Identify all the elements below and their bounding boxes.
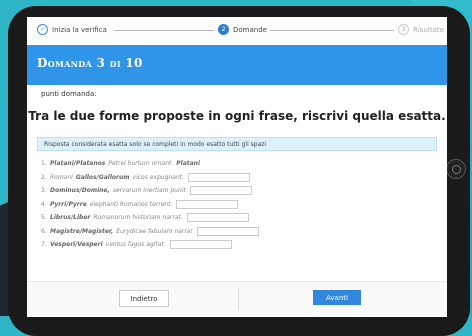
item-number: 1. — [41, 160, 47, 168]
item-text: elephanti Romanos terrent. — [89, 200, 173, 208]
item-text: Eurydicae fabulam narra! — [116, 227, 193, 235]
step-label: Inizia la verifica — [52, 25, 107, 34]
item-number: 7. — [41, 241, 47, 249]
item-forms: Pyrri/Pyrre — [50, 200, 87, 208]
item-forms: Vesperi/Vesperi — [50, 241, 103, 249]
step-risultato[interactable]: 3 Risultato — [398, 24, 444, 35]
answer-input[interactable] — [187, 172, 250, 182]
list-item: 4. Pyrri/Pyrre elephanti Romanos terrent… — [41, 198, 259, 212]
list-item: 7. Vesperi/Vesperi ventus fagos agitat. — [41, 238, 259, 252]
list-item: 1. Platani/Platanos Petrei hortum ornant… — [41, 157, 259, 171]
progress-stepper: ✓ Inizia la verifica 2 Domande 3 Risulta… — [27, 17, 447, 45]
step-connector — [114, 30, 214, 31]
item-text: ventus fagos agitat. — [105, 241, 166, 249]
step-inizia[interactable]: ✓ Inizia la verifica — [37, 24, 107, 35]
step-domande[interactable]: 2 Domande — [218, 24, 267, 35]
item-forms: Magistre/Magister, — [50, 227, 114, 235]
answer-input[interactable] — [196, 226, 259, 236]
answer-input[interactable] — [176, 199, 239, 209]
footer-bar: Indietro Avanti — [27, 281, 447, 317]
item-forms: Librus/Liber — [50, 214, 91, 222]
info-banner: Risposta considerata esatta solo se comp… — [37, 137, 437, 151]
item-text: Petrei hortum ornant. — [108, 160, 174, 168]
item-forms: Gallos/Gallorum — [75, 173, 130, 181]
points-label: punti domanda: — [41, 90, 97, 98]
back-button[interactable]: Indietro — [119, 290, 169, 307]
item-forms: Platani/Platanos — [50, 160, 106, 168]
item-number: 4. — [41, 200, 47, 208]
item-text: servorum inertiam punit — [112, 187, 186, 195]
answer-input[interactable] — [169, 240, 232, 250]
item-forms: Dominus/Domine, — [50, 187, 110, 195]
exercise-list: 1. Platani/Platanos Petrei hortum ornant… — [41, 157, 259, 252]
item-number: 6. — [41, 227, 47, 235]
next-button[interactable]: Avanti — [313, 290, 361, 305]
footer-divider — [238, 288, 239, 310]
item-number: 2. — [41, 173, 47, 181]
list-item: 5. Librus/Liber Romanorum historiam narr… — [41, 211, 259, 225]
answer-input[interactable] — [189, 186, 252, 196]
tablet-home-button[interactable] — [446, 159, 466, 179]
item-number: 5. — [41, 214, 47, 222]
item-answer: Platani — [176, 160, 200, 168]
list-item: 3. Dominus/Domine, servorum inertiam pun… — [41, 184, 259, 198]
question-header: Domanda 3 di 10 — [27, 45, 447, 85]
question-title: Domanda 3 di 10 — [37, 56, 143, 70]
list-item: 6. Magistre/Magister, Eurydicae fabulam … — [41, 225, 259, 239]
item-number: 3. — [41, 187, 47, 195]
step-label: Domande — [233, 25, 267, 34]
item-prefix: Romani — [50, 173, 73, 181]
item-text: Romanorum historiam narrat. — [93, 214, 183, 222]
list-item: 2. Romani Gallos/Gallorum vicos expugnan… — [41, 171, 259, 185]
answer-input[interactable] — [186, 213, 249, 223]
question-text: Tra le due forme proposte in ogni frase,… — [28, 109, 446, 123]
check-icon: ✓ — [37, 24, 48, 35]
item-text: vicos expugnant. — [132, 173, 184, 181]
step-number: 2 — [218, 24, 229, 35]
step-connector — [270, 30, 394, 31]
step-label: Risultato — [413, 25, 444, 34]
step-number: 3 — [398, 24, 409, 35]
quiz-screen: ✓ Inizia la verifica 2 Domande 3 Risulta… — [27, 17, 447, 317]
